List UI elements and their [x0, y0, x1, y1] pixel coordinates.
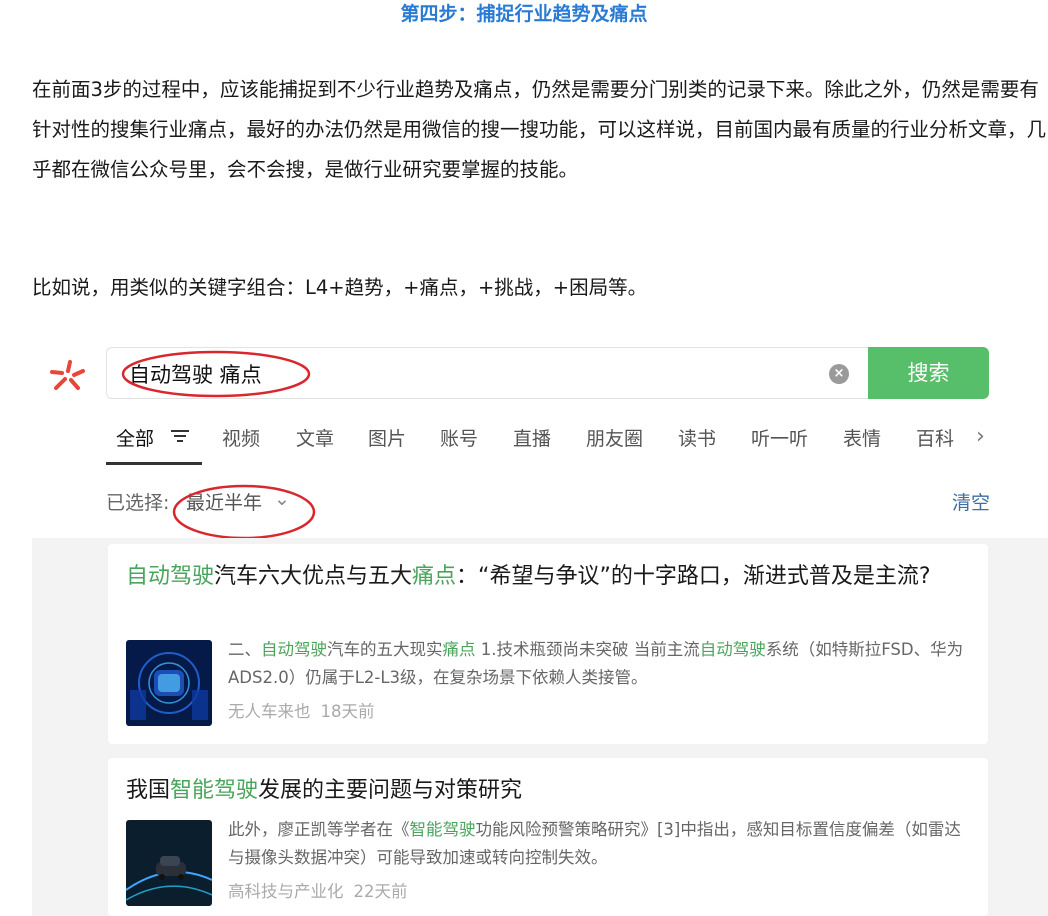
search-button[interactable]: 搜索: [868, 347, 989, 399]
filter-label: 已选择:: [106, 492, 170, 514]
tab-accounts[interactable]: 账号: [440, 424, 478, 451]
clear-filter-button[interactable]: 清空: [952, 488, 990, 515]
result-title[interactable]: 自动驾驶汽车六大优点与五大痛点：“希望与争议”的十字路口，渐进式普及是主流?: [126, 560, 976, 594]
step-title: 第四步：捕捉行业趋势及痛点: [400, 3, 648, 25]
keyword-highlight: 智能驾驶: [170, 778, 259, 803]
tab-stickers[interactable]: 表情: [843, 424, 881, 451]
keyword-highlight: 痛点: [412, 564, 457, 589]
search-tabs: 全部 视频 文章 图片 账号 直播 朋友圈 读书 听一听 表情 百科 ›: [106, 418, 998, 465]
tab-moments[interactable]: 朋友圈: [586, 424, 643, 451]
text-segment: 1.技术瓶颈尚未突破 当前主流: [475, 640, 700, 659]
keyword-highlight: 自动驾驶: [699, 640, 766, 659]
search-result-card[interactable]: 自动驾驶汽车六大优点与五大痛点：“希望与争议”的十字路口，渐进式普及是主流? 二…: [108, 544, 988, 744]
search-logo-icon: [50, 360, 85, 390]
red-annotation-circle-query: [121, 350, 311, 398]
result-source[interactable]: 无人车来也: [228, 702, 311, 721]
tab-video[interactable]: 视频: [222, 424, 260, 451]
tab-live[interactable]: 直播: [513, 424, 551, 451]
tab-listen[interactable]: 听一听: [751, 424, 808, 451]
tab-articles[interactable]: 文章: [296, 424, 334, 451]
result-meta: 高科技与产业化 22天前: [228, 878, 408, 902]
tabs-more-chevron-icon[interactable]: ›: [976, 424, 985, 449]
keyword-highlight: 自动驾驶: [261, 640, 327, 659]
text-segment: ：“希望与争议”的十字路口，渐进式普及是主流?: [456, 564, 931, 589]
text-segment: 此外，廖正凯等学者在《: [228, 820, 410, 839]
text-segment: 我国: [126, 778, 171, 803]
keyword-highlight: 痛点: [442, 640, 476, 659]
tab-all[interactable]: 全部: [116, 424, 154, 451]
text-segment: 汽车六大优点与五大: [214, 564, 413, 589]
filter-menu-icon[interactable]: [170, 428, 190, 444]
tab-books[interactable]: 读书: [678, 424, 716, 451]
result-snippet: 二、自动驾驶汽车的五大现实痛点 1.技术瓶颈尚未突破 当前主流自动驾驶系统（如特…: [228, 636, 968, 692]
result-time: 18天前: [320, 702, 375, 721]
result-title[interactable]: 我国智能驾驶发展的主要问题与对策研究: [126, 774, 976, 808]
article-paragraph: 在前面3步的过程中，应该能捕捉到不少行业趋势及痛点，仍然是需要分门别类的记录下来…: [32, 78, 1047, 181]
clear-search-icon[interactable]: ×: [829, 364, 849, 384]
result-thumbnail: [126, 640, 212, 726]
text-segment: 汽车的五大现实: [327, 640, 443, 659]
text-segment: 二、: [228, 640, 261, 659]
text-segment: 发展的主要问题与对策研究: [258, 778, 523, 803]
result-thumbnail: [126, 820, 212, 906]
result-snippet: 此外，廖正凯等学者在《智能驾驶功能风险预警策略研究》[3]中指出，感知目标置信度…: [228, 816, 968, 872]
result-time: 22天前: [353, 882, 408, 901]
active-tab-underline: [106, 462, 202, 465]
tab-encyclopedia[interactable]: 百科: [916, 424, 954, 451]
search-result-card[interactable]: 我国智能驾驶发展的主要问题与对策研究 此外，廖正凯等学者在《智能驾驶功能风险预警…: [108, 758, 988, 916]
result-source[interactable]: 高科技与产业化: [228, 882, 344, 901]
red-annotation-circle-filter: [172, 484, 316, 540]
article-paragraph-example: 比如说，用类似的关键字组合：L4+趋势，+痛点，+挑战，+困局等。: [32, 276, 648, 299]
result-meta: 无人车来也 18天前: [228, 698, 375, 722]
tab-images[interactable]: 图片: [368, 424, 406, 451]
keyword-highlight: 智能驾驶: [409, 820, 476, 839]
keyword-highlight: 自动驾驶: [126, 564, 215, 589]
